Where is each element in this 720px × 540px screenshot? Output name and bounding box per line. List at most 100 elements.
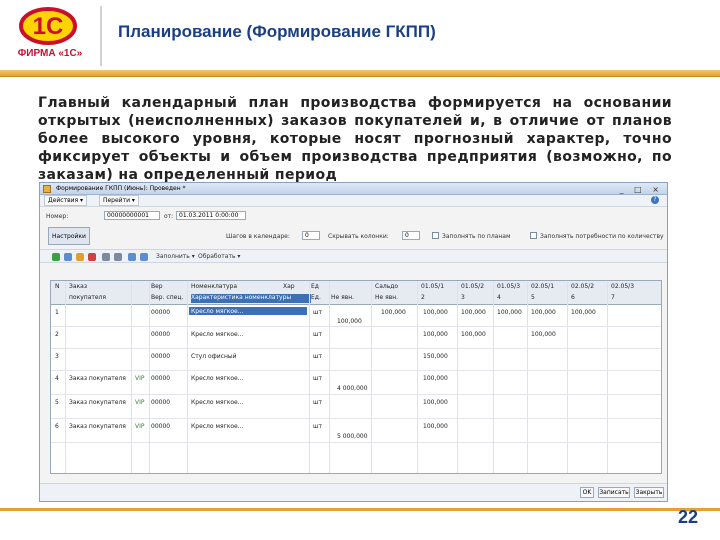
row-number: 5 <box>55 399 59 406</box>
row-name[interactable]: Кресло мягкое... <box>191 331 243 338</box>
row-c2[interactable]: 150,000 <box>423 353 448 360</box>
row-c1[interactable]: 100,000 <box>381 309 406 316</box>
row-code: 00000 <box>151 331 171 338</box>
row-unit: шт <box>313 375 322 382</box>
fill-needs-checkbox[interactable] <box>530 232 537 239</box>
row-c5[interactable]: 100,000 <box>531 309 556 316</box>
sort-desc-icon[interactable] <box>140 253 148 261</box>
table-row[interactable]: 2 00000 Кресло мягкое... шт 100,000 100,… <box>51 327 661 349</box>
header-col-6[interactable]: 02.05/3 <box>611 283 634 290</box>
header-col-4[interactable]: 02.05/1 <box>531 283 554 290</box>
goto-menu-button[interactable]: Перейти ▾ <box>98 195 139 206</box>
planning-grid[interactable]: N Заказ Вер Номенклатура Хар Ед Сальдо 0… <box>50 280 662 474</box>
row-order[interactable]: Заказ покупателя <box>69 423 129 430</box>
page-number: 22 <box>677 507 698 527</box>
move-up-icon[interactable] <box>102 253 110 261</box>
edit-icon[interactable] <box>76 253 84 261</box>
table-row[interactable]: 1 00000 Кресло мягкое... шт 100,000 100,… <box>51 305 661 327</box>
logo-text: ФИРМА «1С» <box>17 48 83 59</box>
delete-icon[interactable] <box>88 253 96 261</box>
header-order[interactable]: Заказ <box>69 283 87 290</box>
close-button[interactable]: Закрыть <box>634 487 664 498</box>
header-unit[interactable]: Ед <box>311 283 319 290</box>
logo-1c-icon: 1С <box>19 7 77 45</box>
table-row[interactable]: 3 00000 Стул офисный шт 150,000 <box>51 349 661 371</box>
row-unit: шт <box>313 353 322 360</box>
slide-title: Планирование (Формирование ГКПП) <box>118 22 436 41</box>
row-name[interactable]: Кресло мягкое... <box>191 308 243 315</box>
row-name[interactable]: Стул офисный <box>191 353 237 360</box>
footer-band <box>0 508 720 511</box>
subheader-col-5: 6 <box>571 294 575 301</box>
tab-settings[interactable]: Настройки <box>48 227 90 245</box>
fill-button[interactable]: Заполнить ▾ <box>156 253 195 260</box>
window-title-bar: Формирование ГКПП (Июнь): Проведен * _ □… <box>40 183 667 195</box>
move-down-icon[interactable] <box>114 253 122 261</box>
row-version: VIP <box>135 399 145 406</box>
help-icon[interactable]: ? <box>651 196 659 204</box>
table-row[interactable]: 6 Заказ покупателя VIP 00000 Кресло мягк… <box>51 419 661 443</box>
header-nomenclature[interactable]: Номенклатура <box>191 283 237 290</box>
add-icon[interactable] <box>52 253 60 261</box>
row-unit: шт <box>313 309 322 316</box>
process-button[interactable]: Обработать ▾ <box>198 253 240 260</box>
row-c4[interactable]: 100,000 <box>497 309 522 316</box>
settings-area: Настройки Шагов в календаре: 0 Скрывать … <box>40 225 667 249</box>
row-version: VIP <box>135 423 145 430</box>
header-version[interactable]: Вер <box>151 283 163 290</box>
hide-columns-field[interactable]: 0 <box>402 231 420 240</box>
row-name[interactable]: Кресло мягкое... <box>191 399 243 406</box>
row-c3[interactable]: 100,000 <box>461 331 486 338</box>
row-name[interactable]: Кресло мягкое... <box>191 423 243 430</box>
subheader-col-1: 2 <box>421 294 425 301</box>
header-col-1[interactable]: 01.05/1 <box>421 283 444 290</box>
header-col-2[interactable]: 01.05/2 <box>461 283 484 290</box>
row-order[interactable]: Заказ покупателя <box>69 375 129 382</box>
sort-asc-icon[interactable] <box>128 253 136 261</box>
header-balance[interactable]: Сальдо <box>375 283 398 290</box>
row-c2[interactable]: 100,000 <box>423 423 448 430</box>
header-col-5[interactable]: 02.05/2 <box>571 283 594 290</box>
row-c2[interactable]: 100,000 <box>423 375 448 382</box>
row-c2[interactable]: 100,000 <box>423 399 448 406</box>
copy-icon[interactable] <box>64 253 72 261</box>
fill-by-plans-checkbox[interactable] <box>432 232 439 239</box>
header-n[interactable]: N <box>55 283 60 290</box>
subheader-order: покупателя <box>69 294 106 301</box>
window-controls[interactable]: _ □ × <box>620 184 663 196</box>
row-c6[interactable]: 100,000 <box>571 309 596 316</box>
actions-menu-button[interactable]: Действия ▾ <box>44 195 88 206</box>
table-row[interactable]: 5 Заказ покупателя VIP 00000 Кресло мягк… <box>51 395 661 419</box>
subheader-characteristic: Характеристика номенклатуры <box>191 294 311 303</box>
row-c3[interactable]: 100,000 <box>461 309 486 316</box>
subheader-col-4: 5 <box>531 294 535 301</box>
hide-columns-label: Скрывать колонки: <box>328 233 389 240</box>
row-name[interactable]: Кресло мягкое... <box>191 375 243 382</box>
save-button[interactable]: Записать <box>598 487 630 498</box>
subheader-not-explicit-2: Не явн. <box>375 294 399 301</box>
row-order[interactable]: Заказ покупателя <box>69 399 129 406</box>
row-c2[interactable]: 100,000 <box>423 309 448 316</box>
logo-mark-text: 1С <box>33 13 64 40</box>
number-field[interactable]: 00000000001 <box>104 211 160 220</box>
body-paragraph: Главный календарный план производства фо… <box>38 95 672 183</box>
window-toolbar: Действия ▾ Перейти ▾ <box>40 195 667 207</box>
grid-toolbar: Заполнить ▾ Обработать ▾ <box>40 249 667 263</box>
header-col-3[interactable]: 01.05/3 <box>497 283 520 290</box>
show-columns-field[interactable]: 0 <box>302 231 320 240</box>
row-unit: шт <box>313 399 322 406</box>
row-extra[interactable]: 100,000 <box>337 318 362 325</box>
row-extra[interactable]: 4 000,000 <box>337 385 368 392</box>
row-code: 00000 <box>151 375 171 382</box>
embedded-window: Формирование ГКПП (Июнь): Проведен * _ □… <box>39 182 668 502</box>
ok-button[interactable]: OK <box>580 487 594 498</box>
table-row[interactable]: 4 Заказ покупателя VIP 00000 Кресло мягк… <box>51 371 661 395</box>
row-extra[interactable]: 5 000,000 <box>337 433 368 440</box>
row-c5[interactable]: 100,000 <box>531 331 556 338</box>
date-field[interactable]: 01.03.2011 0:00:00 <box>176 211 246 220</box>
subheader-col-3: 4 <box>497 294 501 301</box>
row-c2[interactable]: 100,000 <box>423 331 448 338</box>
subheader-col-2: 3 <box>461 294 465 301</box>
header-char[interactable]: Хар <box>283 283 295 290</box>
subheader-col-6: 7 <box>611 294 615 301</box>
